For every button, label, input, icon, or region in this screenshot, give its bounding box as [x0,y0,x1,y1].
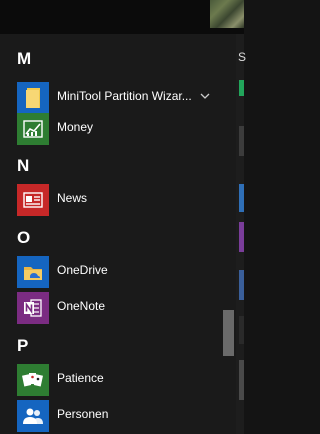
app-list: M MiniTool Partition Wizar... Money N Ne… [0,34,222,434]
app-label: OneDrive [57,263,108,277]
chevron-down-icon[interactable] [199,90,211,102]
newspaper-icon [17,184,49,216]
tile-fragment[interactable] [239,80,244,96]
app-item-patience[interactable]: Patience [0,362,222,398]
people-icon [17,400,49,432]
app-label: MiniTool Partition Wizar... [57,89,192,103]
app-item-onenote[interactable]: OneNote [0,290,222,326]
app-label: Personen [57,407,109,421]
app-label: Patience [57,371,104,385]
tile-fragment[interactable] [239,184,244,212]
app-item-onedrive[interactable]: OneDrive [0,254,222,290]
start-menu: M MiniTool Partition Wizar... Money N Ne… [0,34,247,434]
app-list-scrollbar[interactable] [222,40,236,434]
tile-fragment[interactable] [239,360,244,400]
section-header-m[interactable]: M [17,49,31,69]
app-item-personen[interactable]: Personen [0,398,222,434]
tile-fragment[interactable] [239,126,244,156]
section-header-p[interactable]: P [17,336,28,356]
app-label: OneNote [57,299,106,313]
tile-fragment[interactable] [239,316,244,344]
scrollbar-thumb[interactable] [223,310,234,356]
app-label: Money [57,120,94,134]
cards-icon [17,364,49,396]
top-strip [0,0,244,34]
tile-fragment[interactable] [239,270,244,300]
onenote-icon [17,292,49,324]
section-header-n[interactable]: N [17,156,29,176]
app-item-money[interactable]: Money [0,111,222,147]
folder-icon [17,82,49,114]
section-header-o[interactable]: O [17,228,30,248]
tiles-pane-header: S [238,50,247,64]
wallpaper-thumbnail [210,0,244,28]
chart-icon [17,113,49,145]
app-item-news[interactable]: News [0,182,222,218]
app-label: News [57,191,88,205]
onedrive-folder-icon [17,256,49,288]
tile-fragment[interactable] [239,222,244,252]
